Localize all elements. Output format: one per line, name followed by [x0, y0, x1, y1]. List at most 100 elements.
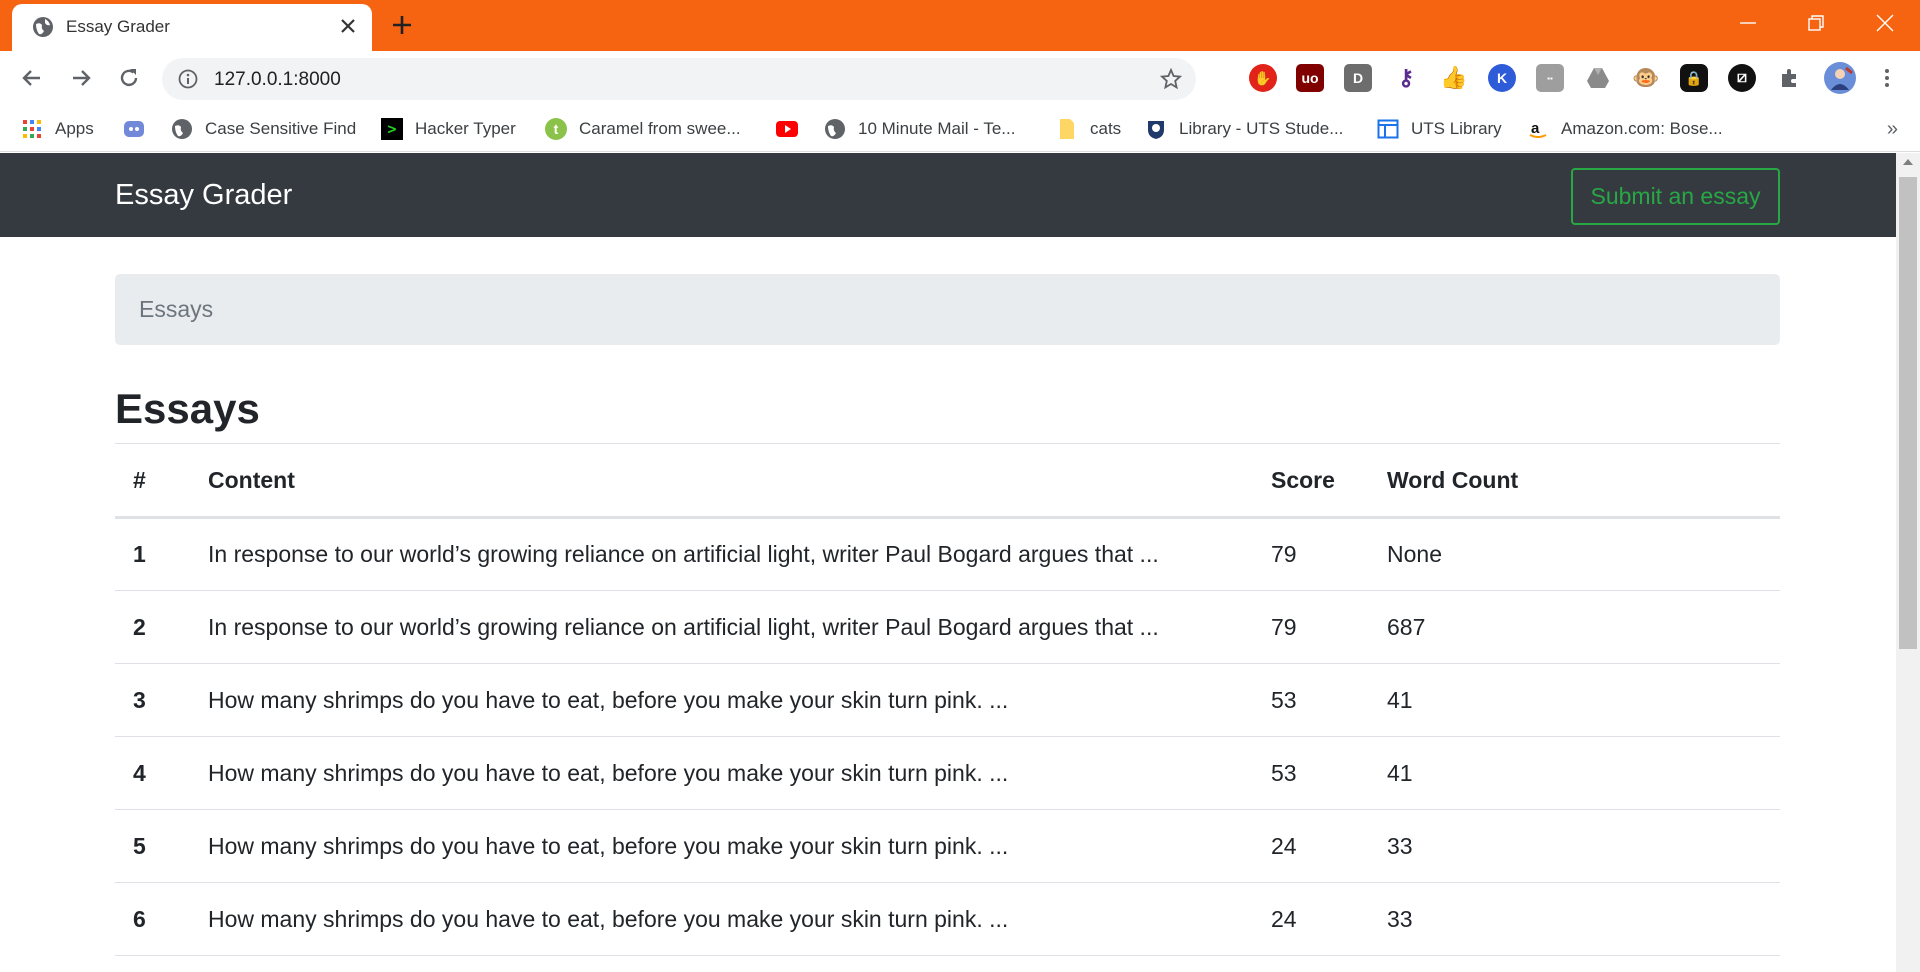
terminal-icon: > — [381, 118, 403, 140]
row-number: 2 — [115, 590, 208, 664]
table-row[interactable]: 2 In response to our world’s growing rel… — [115, 590, 1780, 664]
site-navbar: Essay Grader Submit an essay — [0, 153, 1896, 237]
info-icon[interactable] — [178, 69, 198, 89]
row-score: 79 — [1271, 590, 1387, 664]
bookmark-label: Hacker Typer — [415, 119, 516, 138]
scroll-up-arrow-icon[interactable] — [1903, 159, 1913, 165]
ublock-icon[interactable]: uo — [1296, 64, 1324, 92]
url-text: 127.0.0.1:8000 — [214, 69, 341, 90]
amazon-icon: a — [1527, 118, 1549, 140]
submit-essay-button[interactable]: Submit an essay — [1571, 168, 1780, 225]
column-header-word-count: Word Count — [1387, 443, 1780, 519]
restore-icon[interactable] — [1803, 10, 1829, 36]
essays-table: # Content Score Word Count 1 In response… — [115, 443, 1780, 956]
bookmark-youtube[interactable] — [776, 116, 810, 142]
bookmark-label: Library - UTS Stude... — [1179, 119, 1344, 138]
globe-icon — [171, 118, 193, 140]
bookmark-10-minute-mail[interactable]: 10 Minute Mail - Te... — [824, 116, 1015, 142]
column-header-number: # — [115, 443, 208, 519]
address-bar[interactable]: 127.0.0.1:8000 — [162, 58, 1196, 100]
lock-extension-icon[interactable]: 🔒 — [1680, 64, 1708, 92]
globe-icon — [824, 118, 846, 140]
table-row[interactable]: 4 How many shrimps do you have to eat, b… — [115, 736, 1780, 810]
table-row[interactable]: 5 How many shrimps do you have to eat, b… — [115, 809, 1780, 883]
globe-icon — [33, 17, 53, 37]
bookmark-discord[interactable] — [123, 116, 157, 142]
breadcrumb-item-essays: Essays — [139, 296, 214, 322]
scroll-thumb[interactable] — [1899, 177, 1917, 649]
back-icon[interactable] — [19, 65, 45, 91]
bookmark-library-uts-student[interactable]: Library - UTS Stude... — [1145, 116, 1343, 142]
new-tab-icon[interactable] — [390, 13, 414, 37]
row-word-count: 33 — [1387, 809, 1780, 883]
reload-icon[interactable] — [116, 65, 142, 91]
d-extension-icon[interactable]: D — [1344, 64, 1372, 92]
chevron-double-right-icon[interactable]: » — [1887, 118, 1898, 141]
bookmark-label: Caramel from swee... — [579, 119, 741, 138]
table-row[interactable]: 3 How many shrimps do you have to eat, b… — [115, 663, 1780, 737]
bookmark-label: Case Sensitive Find — [205, 119, 357, 138]
minimize-icon[interactable] — [1735, 10, 1761, 36]
adblock-icon[interactable]: ✋ — [1249, 64, 1277, 92]
star-icon[interactable] — [1160, 68, 1182, 90]
browser-tab[interactable]: Essay Grader — [12, 4, 372, 51]
drive-icon[interactable] — [1584, 64, 1612, 92]
bookmarks-bar: Apps Case Sensitive Find > Hacker Typer … — [0, 106, 1920, 152]
avatar[interactable] — [1824, 62, 1856, 94]
row-content: How many shrimps do you have to eat, bef… — [208, 736, 1271, 810]
k-extension-icon[interactable]: K — [1488, 64, 1516, 92]
bookmark-apps[interactable]: Apps — [21, 116, 94, 142]
page-title: Essays — [115, 385, 260, 432]
table-header-row: # Content Score Word Count — [115, 443, 1780, 519]
row-number: 1 — [115, 517, 208, 591]
row-score: 53 — [1271, 663, 1387, 737]
layout-icon — [1377, 118, 1399, 140]
row-number: 6 — [115, 882, 208, 956]
thumbs-up-icon[interactable]: 👍 — [1440, 64, 1468, 92]
bookmark-label: 10 Minute Mail - Te... — [858, 119, 1016, 138]
row-content: How many shrimps do you have to eat, bef… — [208, 882, 1271, 956]
close-icon[interactable] — [338, 16, 358, 36]
bookmark-folder-cats[interactable]: cats — [1056, 116, 1121, 142]
row-number: 3 — [115, 663, 208, 737]
bookmark-amazon[interactable]: a Amazon.com: Bose... — [1527, 116, 1723, 142]
row-content: How many shrimps do you have to eat, bef… — [208, 663, 1271, 737]
column-header-score: Score — [1271, 443, 1387, 519]
row-word-count: 33 — [1387, 882, 1780, 956]
slash-extension-icon[interactable]: ⧄ — [1728, 64, 1756, 92]
youtube-icon — [776, 118, 798, 140]
row-score: 24 — [1271, 809, 1387, 883]
brand-link[interactable]: Essay Grader — [115, 179, 292, 212]
table-row[interactable]: 1 In response to our world’s growing rel… — [115, 517, 1780, 591]
row-word-count: None — [1387, 517, 1780, 591]
menu-kebab-icon[interactable] — [1874, 65, 1900, 91]
monkey-icon[interactable]: 🐵 — [1632, 64, 1660, 92]
bookmark-case-sensitive-find[interactable]: Case Sensitive Find — [171, 116, 356, 142]
gray-extension-icon[interactable]: ▪▪ — [1536, 64, 1564, 92]
tab-strip: Essay Grader — [0, 0, 1920, 51]
bookmark-caramel[interactable]: t Caramel from swee... — [545, 116, 741, 142]
page-viewport: Essay Grader Submit an essay Essays Essa… — [0, 153, 1896, 972]
bookmark-label: UTS Library — [1411, 119, 1502, 138]
bookmark-hacker-typer[interactable]: > Hacker Typer — [381, 116, 516, 142]
crest-icon — [1145, 118, 1167, 140]
browser-toolbar: 127.0.0.1:8000 ✋ uo D ⚷ 👍 K ▪▪ 🐵 🔒 ⧄ — [0, 51, 1920, 106]
forward-icon[interactable] — [68, 65, 94, 91]
row-content: In response to our world’s growing relia… — [208, 590, 1271, 664]
svg-text:a: a — [1531, 120, 1540, 137]
column-header-content: Content — [208, 443, 1271, 519]
row-number: 5 — [115, 809, 208, 883]
table-row[interactable]: 6 How many shrimps do you have to eat, b… — [115, 882, 1780, 956]
folder-icon — [1056, 118, 1078, 140]
row-score: 53 — [1271, 736, 1387, 810]
bookmark-label: Apps — [55, 119, 94, 138]
discord-icon — [123, 118, 145, 140]
bookmark-label: cats — [1090, 119, 1122, 138]
puzzle-icon[interactable] — [1776, 64, 1804, 92]
row-word-count: 41 — [1387, 736, 1780, 810]
page-scrollbar[interactable] — [1896, 153, 1920, 972]
bookmark-uts-library[interactable]: UTS Library — [1377, 116, 1502, 142]
window-close-icon[interactable] — [1872, 10, 1898, 36]
key-icon[interactable]: ⚷ — [1392, 64, 1420, 92]
tab-title: Essay Grader — [66, 17, 170, 36]
